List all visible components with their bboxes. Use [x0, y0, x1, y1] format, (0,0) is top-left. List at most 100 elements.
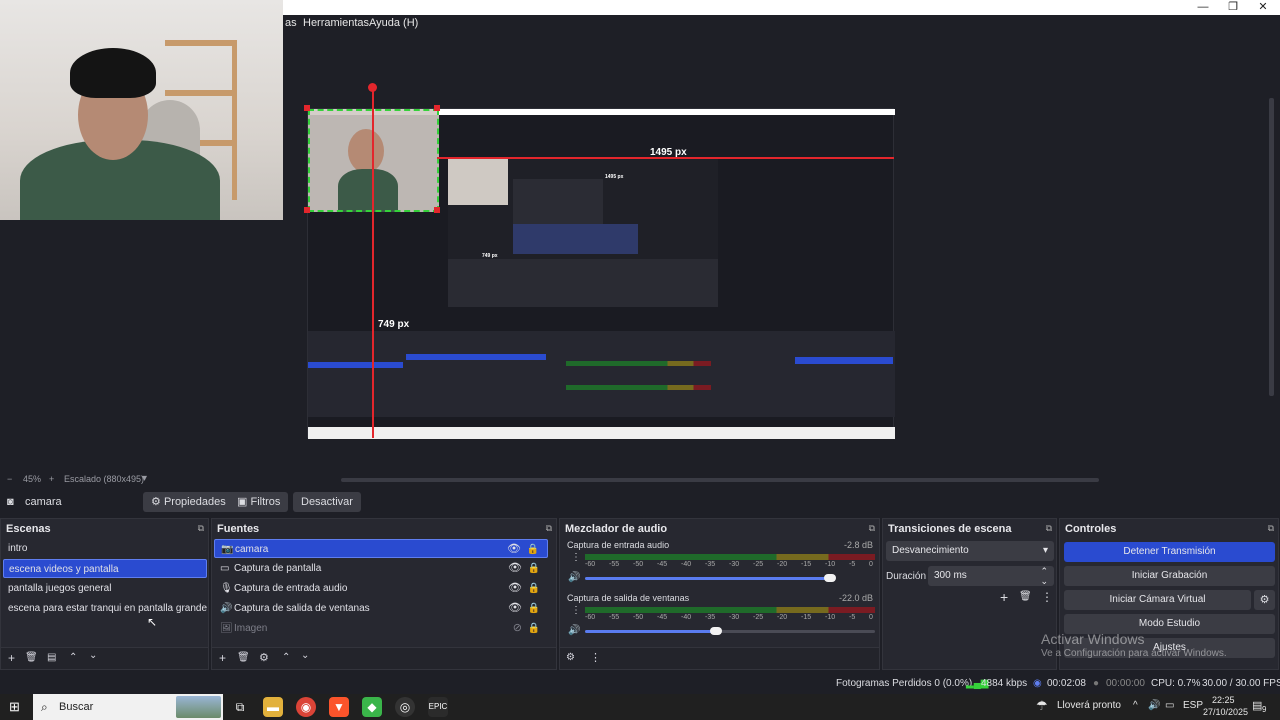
gear-icon[interactable]: ⚙ — [1254, 590, 1275, 610]
virtual-camera-button[interactable]: Iniciar Cámara Virtual — [1064, 590, 1251, 610]
resize-handle-tr[interactable] — [434, 105, 440, 111]
file-explorer-icon[interactable]: ▬ — [263, 697, 283, 717]
resize-handle-br[interactable] — [434, 207, 440, 213]
zoom-out-button[interactable]: − — [7, 474, 12, 484]
properties-button[interactable]: ⚙ Propiedades — [143, 492, 234, 512]
language-indicator[interactable]: ESP — [1183, 700, 1203, 711]
android-studio-icon[interactable]: ◆ — [362, 697, 382, 717]
speaker-icon[interactable]: 🔊 — [568, 572, 580, 583]
scale-mode: Escalado (880x495) — [64, 474, 145, 484]
chevron-down-icon[interactable]: ▾ — [142, 473, 147, 484]
lock-icon[interactable]: 🔒 — [528, 599, 540, 618]
scene-item[interactable]: escena para estar tranqui en pantalla gr… — [3, 599, 207, 618]
windows-start-icon[interactable]: ⊞ — [9, 699, 20, 715]
undock-icon[interactable]: ⧉ — [546, 523, 552, 534]
resize-handle-bl[interactable] — [304, 207, 310, 213]
add-icon[interactable]: + — [8, 651, 15, 665]
kebab-menu-icon[interactable]: ⋮ — [590, 651, 601, 664]
source-item[interactable]: 🎙 Captura de entrada audio 👁 🔒 — [214, 579, 548, 598]
chevron-up-icon[interactable]: ⌃ — [282, 652, 290, 663]
lock-icon[interactable]: 🔒 — [528, 579, 540, 598]
vertical-scrollbar[interactable] — [1269, 98, 1274, 396]
network-icon[interactable]: ▭ — [1165, 700, 1174, 711]
lock-icon[interactable]: 🔒 — [528, 559, 540, 578]
trash-icon[interactable]: 🗑 — [25, 652, 38, 663]
eye-icon[interactable]: 👁 — [508, 559, 522, 578]
kebab-menu-icon[interactable]: ⋮ — [571, 605, 581, 616]
add-icon[interactable]: + — [219, 651, 226, 665]
stop-stream-button[interactable]: Detener Transmisión — [1064, 542, 1275, 562]
weather-icon[interactable]: ☂ — [1036, 698, 1048, 714]
chevron-down-icon[interactable]: ⌄ — [301, 650, 309, 661]
undock-icon[interactable]: ⧉ — [1046, 523, 1052, 534]
add-icon[interactable]: + — [1000, 589, 1008, 605]
weather-text[interactable]: Lloverá pronto — [1057, 700, 1121, 711]
scale-tick: -50 — [633, 561, 644, 568]
horizontal-scrollbar[interactable] — [341, 478, 1099, 482]
task-view-icon[interactable]: ⧉ — [230, 697, 250, 717]
gear-icon[interactable]: ⚙ — [259, 651, 269, 664]
filter-icon[interactable]: ▤ — [47, 652, 56, 663]
trash-icon[interactable]: 🗑 — [237, 652, 250, 663]
clock-date[interactable]: 27/10/2025 — [1203, 707, 1248, 717]
webcam-source[interactable] — [0, 0, 283, 220]
kebab-menu-icon[interactable]: ⋮ — [571, 552, 581, 563]
advanced-audio-icon[interactable]: ⚙ — [566, 652, 575, 663]
scene-item[interactable]: escena videos y pantalla — [3, 559, 207, 578]
undock-icon[interactable]: ⧉ — [869, 523, 875, 534]
channel-db: -22.0 dB — [838, 593, 873, 603]
transition-selected: Desvanecimiento — [892, 545, 969, 556]
speaker-icon[interactable]: 🔊 — [568, 625, 580, 636]
chevron-down-icon[interactable]: ⌄ — [1040, 571, 1048, 591]
close-button[interactable]: ✕ — [1248, 0, 1278, 15]
rotate-handle[interactable] — [368, 83, 377, 92]
chevron-down-icon[interactable]: ⌄ — [89, 650, 97, 661]
zoom-in-button[interactable]: + — [49, 474, 54, 484]
scene-item[interactable]: intro — [3, 539, 207, 558]
obs-icon[interactable]: ◎ — [395, 697, 415, 717]
speaker-icon: 🔊 — [220, 603, 233, 614]
source-item[interactable]: 📷 camara 👁 🔒 — [214, 539, 548, 558]
undock-icon[interactable]: ⧉ — [198, 523, 204, 534]
chevron-up-icon[interactable]: ⌃ — [69, 652, 77, 663]
eye-icon[interactable]: 👁 — [508, 599, 522, 618]
clock-time[interactable]: 22:25 — [1212, 695, 1235, 705]
filters-button[interactable]: ▣ Filtros — [229, 492, 289, 512]
eye-hidden-icon[interactable]: ⊘ — [513, 619, 522, 638]
source-item[interactable]: ▭ Captura de pantalla 👁 🔒 — [214, 559, 548, 578]
maximize-button[interactable]: ❐ — [1218, 0, 1248, 15]
scale-tick: -55 — [609, 614, 620, 621]
volume-slider-knob[interactable] — [710, 627, 722, 635]
eye-icon[interactable]: 👁 — [507, 540, 521, 557]
source-item[interactable]: 🔊 Captura de salida de ventanas 👁 🔒 — [214, 599, 548, 618]
taskbar-search[interactable]: ⌕ Buscar — [33, 694, 223, 720]
chrome-icon[interactable]: ◉ — [296, 697, 316, 717]
eye-icon[interactable]: 👁 — [508, 579, 522, 598]
resize-handle-tl[interactable] — [304, 105, 310, 111]
trash-icon[interactable]: 🗑 — [1019, 591, 1032, 602]
source-toolbar: ◙ camara ⚙ Propiedades ▣ Filtros Desacti… — [0, 490, 1280, 516]
scale-tick: -10 — [825, 614, 836, 621]
lock-icon[interactable]: 🔒 — [528, 619, 540, 638]
scene-item[interactable]: pantalla juegos general — [3, 579, 207, 598]
kebab-menu-icon[interactable]: ⋮ — [1041, 590, 1053, 604]
brave-icon[interactable]: ▼ — [329, 697, 349, 717]
menu-item-tools[interactable]: Herramientas — [303, 17, 369, 29]
chevron-up-icon[interactable]: ^ — [1133, 700, 1138, 711]
lock-icon[interactable]: 🔒 — [527, 540, 539, 557]
duration-spinbox[interactable]: 300 ms ⌃ ⌄ — [928, 566, 1054, 586]
transition-select[interactable]: Desvanecimiento ▾ — [886, 541, 1054, 561]
scale-tick: -5 — [849, 614, 856, 621]
volume-slider-knob[interactable] — [824, 574, 836, 582]
undock-icon[interactable]: ⧉ — [1268, 523, 1274, 534]
source-item[interactable]: 🖼 Imagen ⊘ 🔒 — [214, 619, 548, 638]
start-recording-button[interactable]: Iniciar Grabación — [1064, 566, 1275, 586]
volume-icon[interactable]: 🔊 — [1148, 700, 1160, 711]
epic-games-icon[interactable]: EPIC — [428, 697, 448, 717]
minimize-button[interactable]: — — [1188, 0, 1218, 15]
menu-item-partial[interactable]: as — [285, 17, 297, 29]
deactivate-button[interactable]: Desactivar — [293, 492, 361, 512]
nested-meter-2 — [566, 385, 711, 390]
menu-item-help[interactable]: Ayuda (H) — [369, 17, 418, 29]
notification-icon[interactable]: ▤ — [1252, 699, 1262, 712]
